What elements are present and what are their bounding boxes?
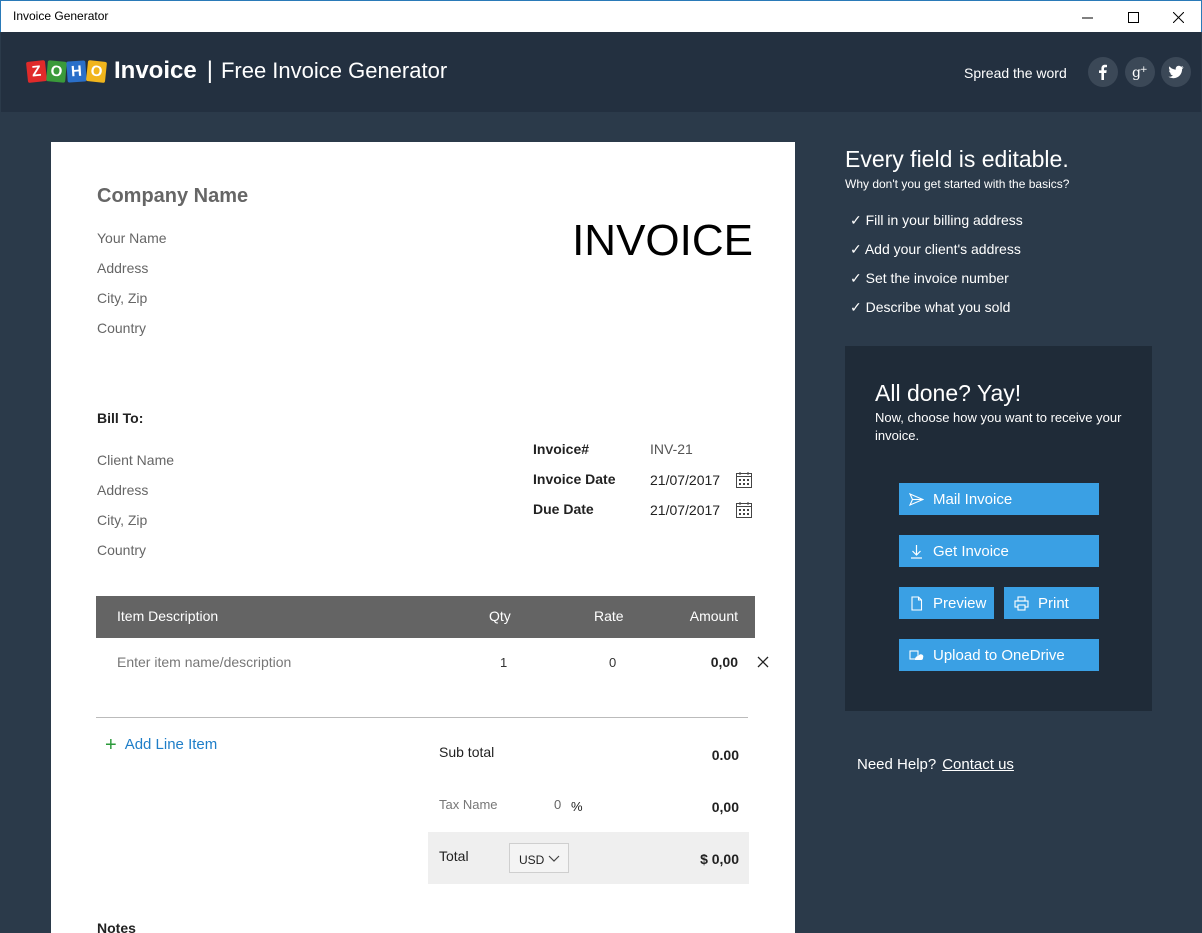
- invoice-number-label: Invoice#: [533, 441, 590, 457]
- preview-label: Preview: [933, 594, 987, 612]
- google-plus-icon: g +: [1132, 65, 1148, 81]
- remove-line-icon[interactable]: [756, 655, 770, 669]
- header-subtitle: Free Invoice Generator: [220, 58, 448, 83]
- country-field[interactable]: Country: [97, 320, 146, 336]
- item-qty-input[interactable]: 1: [500, 655, 507, 670]
- mail-invoice-button[interactable]: Mail Invoice: [899, 483, 1099, 515]
- twitter-icon: [1168, 65, 1184, 79]
- printer-icon: [1014, 595, 1029, 611]
- upload-onedrive-button[interactable]: Upload to OneDrive: [899, 639, 1099, 671]
- zoho-invoice-logo[interactable]: Z O H O Invoice | Free Invoice Generator: [25, 57, 448, 85]
- bill-to-label: Bill To:: [97, 410, 144, 426]
- logo-letter: Z: [25, 59, 48, 83]
- currency-value: USD: [519, 853, 545, 867]
- tax-amount: 0,00: [711, 799, 739, 815]
- checklist-item: ✓ Add your client's address: [850, 241, 1021, 257]
- checklist-item: ✓ Fill in your billing address: [850, 212, 1023, 228]
- invoice-date-label: Invoice Date: [533, 471, 616, 487]
- window-titlebar: Invoice Generator: [0, 0, 1202, 32]
- document-icon: [911, 595, 923, 611]
- plus-icon: +: [105, 733, 117, 756]
- maximize-button[interactable]: [1110, 1, 1156, 33]
- upload-onedrive-label: Upload to OneDrive: [933, 646, 1065, 664]
- column-header-qty: Qty: [489, 608, 511, 624]
- subtotal-label: Sub total: [439, 744, 495, 760]
- item-amount: 0,00: [710, 654, 738, 670]
- chevron-down-icon: [548, 855, 560, 862]
- tax-name-field[interactable]: Tax Name: [439, 797, 498, 812]
- tax-percent-sign: %: [571, 799, 583, 814]
- invoice-number-field[interactable]: INV-21: [650, 441, 693, 457]
- calendar-icon[interactable]: [736, 502, 752, 518]
- invoice-title[interactable]: INVOICE: [572, 216, 753, 266]
- logo-letter: H: [66, 59, 87, 83]
- facebook-button[interactable]: [1088, 57, 1118, 87]
- svg-text:+: +: [1140, 65, 1148, 75]
- notes-label: Notes: [97, 920, 136, 933]
- google-plus-button[interactable]: g +: [1125, 57, 1155, 87]
- column-header-description: Item Description: [117, 608, 219, 624]
- logo-letter: O: [85, 59, 108, 83]
- minimize-icon: [1081, 17, 1093, 18]
- help-section: Need Help? Contact us: [857, 756, 1014, 773]
- header-separator: |: [206, 57, 213, 84]
- calendar-icon[interactable]: [736, 472, 752, 488]
- subtotal-value: 0.00: [711, 747, 739, 763]
- maximize-icon: [1127, 11, 1139, 23]
- download-icon: [911, 544, 922, 559]
- client-city-zip-field[interactable]: City, Zip: [97, 512, 147, 528]
- column-header-amount: Amount: [689, 608, 738, 624]
- items-table-header: Item Description Qty Rate Amount: [96, 596, 755, 638]
- need-help-label: Need Help?: [857, 756, 937, 773]
- get-invoice-label: Get Invoice: [933, 542, 1009, 560]
- logo-letter: O: [46, 59, 67, 83]
- hint-title: Every field is editable.: [845, 146, 1069, 172]
- item-rate-input[interactable]: 0: [609, 655, 616, 670]
- client-name-field[interactable]: Client Name: [97, 452, 174, 468]
- item-description-input[interactable]: Enter item name/description: [117, 654, 291, 670]
- city-zip-field[interactable]: City, Zip: [97, 290, 147, 306]
- column-header-rate: Rate: [594, 608, 624, 624]
- total-value: $ 0,00: [700, 851, 739, 867]
- mail-invoice-label: Mail Invoice: [933, 490, 1013, 508]
- due-date-label: Due Date: [533, 501, 594, 517]
- table-divider: [96, 717, 748, 718]
- app-header: Z O H O Invoice | Free Invoice Generator…: [1, 32, 1201, 112]
- print-label: Print: [1038, 594, 1069, 612]
- currency-select[interactable]: USD: [509, 843, 569, 873]
- add-line-item-label: Add Line Item: [124, 736, 218, 753]
- invoice-date-field[interactable]: 21/07/2017: [650, 472, 720, 488]
- minimize-button[interactable]: [1064, 1, 1110, 33]
- done-title: All done? Yay!: [875, 380, 1022, 406]
- get-invoice-button[interactable]: Get Invoice: [899, 535, 1099, 567]
- total-label: Total: [439, 848, 469, 864]
- client-address-field[interactable]: Address: [97, 482, 148, 498]
- send-icon: [909, 492, 924, 506]
- due-date-field[interactable]: 21/07/2017: [650, 502, 720, 518]
- zoho-logo-mark: Z O H O: [25, 59, 108, 83]
- invoice-paper: Company Name Your Name Address City, Zip…: [51, 142, 795, 933]
- client-country-field[interactable]: Country: [97, 542, 146, 558]
- window-title: Invoice Generator: [13, 9, 109, 23]
- address-field[interactable]: Address: [97, 260, 148, 276]
- spread-label: Spread the word: [964, 65, 1067, 81]
- onedrive-icon: [909, 649, 924, 660]
- logo-product: Invoice: [114, 57, 197, 84]
- twitter-button[interactable]: [1161, 57, 1191, 87]
- close-button[interactable]: [1155, 1, 1201, 33]
- company-name-field[interactable]: Company Name: [97, 185, 248, 208]
- preview-button[interactable]: Preview: [899, 587, 994, 619]
- checklist-item: ✓ Set the invoice number: [850, 270, 1009, 286]
- checklist-item: ✓ Describe what you sold: [850, 299, 1011, 315]
- hint-subtitle: Why don't you get started with the basic…: [845, 177, 1070, 191]
- add-line-item-button[interactable]: + Add Line Item: [105, 733, 218, 756]
- done-subtitle: Now, choose how you want to receive your…: [875, 410, 1122, 443]
- contact-us-link[interactable]: Contact us: [942, 756, 1014, 773]
- tax-rate-input[interactable]: 0: [554, 797, 561, 812]
- close-icon: [1172, 11, 1184, 23]
- facebook-icon: [1099, 64, 1107, 80]
- print-button[interactable]: Print: [1004, 587, 1099, 619]
- your-name-field[interactable]: Your Name: [97, 230, 167, 246]
